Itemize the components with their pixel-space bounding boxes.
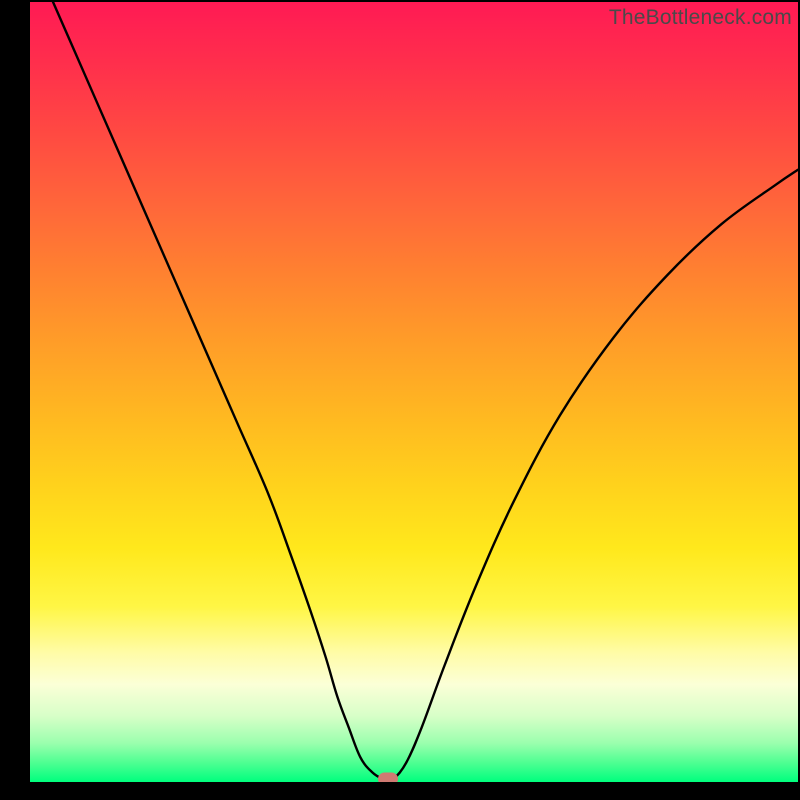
plot-area: TheBottleneck.com <box>30 2 798 782</box>
optimal-marker <box>378 772 398 782</box>
watermark-text: TheBottleneck.com <box>609 6 792 30</box>
chart-frame: TheBottleneck.com <box>0 0 800 800</box>
bottleneck-curve <box>30 2 798 782</box>
